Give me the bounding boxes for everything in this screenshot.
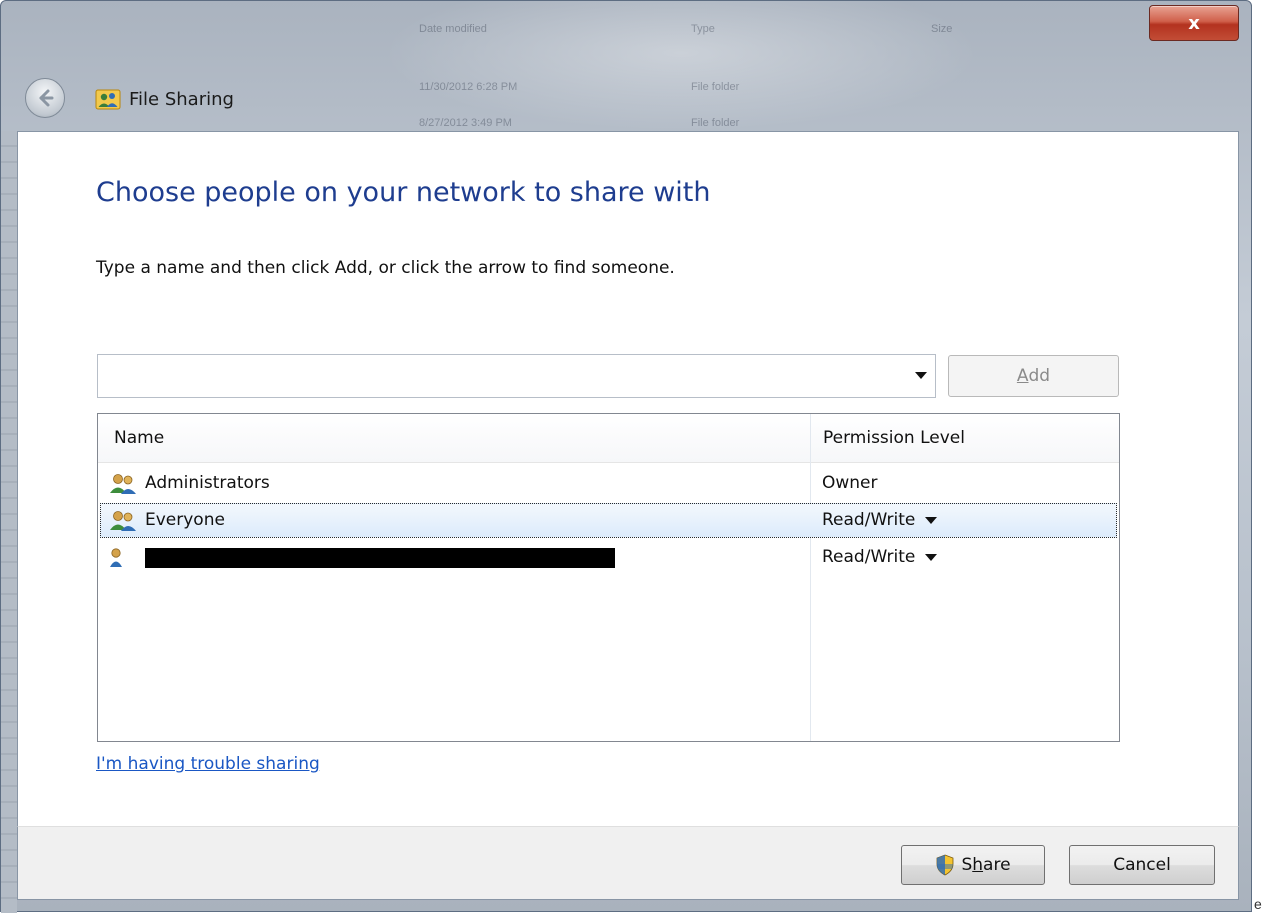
- row-name: Everyone: [145, 510, 225, 530]
- dropdown-arrow-icon[interactable]: [925, 516, 938, 524]
- ghost-row-type: File folder: [691, 117, 740, 129]
- dropdown-arrow-icon[interactable]: [925, 553, 938, 561]
- file-sharing-window: Date modified Type Size 11/30/2012 6:28 …: [0, 0, 1252, 913]
- permission-label: Owner: [822, 473, 878, 493]
- cancel-button[interactable]: Cancel: [1069, 845, 1215, 885]
- permission-label: Read/Write: [822, 547, 916, 567]
- instructions-text: Type a name and then click Add, or click…: [96, 258, 675, 278]
- back-button[interactable]: [25, 78, 65, 118]
- ghost-column-type: Type: [691, 23, 715, 35]
- close-icon: x: [1188, 12, 1200, 34]
- name-input[interactable]: [102, 361, 896, 393]
- redacted-name-block: [145, 548, 615, 568]
- close-button[interactable]: x: [1149, 5, 1239, 41]
- edge-text-fragment: e: [1254, 896, 1262, 912]
- ghost-row-date: 8/27/2012 3:49 PM: [419, 117, 512, 129]
- back-arrow-icon: [39, 89, 54, 107]
- file-sharing-icon: [95, 89, 121, 110]
- add-button-mnemonic: A: [1016, 366, 1029, 386]
- column-header-name[interactable]: Name: [114, 428, 164, 448]
- group-users-icon: [110, 511, 136, 531]
- dialog-footer: Share Cancel: [17, 826, 1239, 900]
- add-button-label: dd: [1028, 366, 1051, 386]
- ghost-column-size: Size: [931, 23, 953, 35]
- permission-label: Read/Write: [822, 510, 916, 530]
- table-row[interactable]: Read/Write: [100, 540, 1117, 575]
- name-combobox[interactable]: [97, 354, 936, 398]
- background-window-edge: [1, 131, 17, 913]
- permission-dropdown[interactable]: Read/Write: [822, 547, 938, 567]
- single-user-icon: [110, 548, 122, 567]
- share-button[interactable]: Share: [901, 845, 1045, 885]
- uac-shield-icon: [937, 854, 954, 876]
- share-label-pre: S: [961, 855, 973, 875]
- row-permission: Owner: [822, 473, 878, 493]
- ghost-row-date: 11/30/2012 6:28 PM: [419, 81, 518, 93]
- dialog-content: Choose people on your network to share w…: [17, 131, 1239, 826]
- column-divider: [810, 414, 811, 741]
- column-header-permission[interactable]: Permission Level: [823, 428, 965, 448]
- window-title: File Sharing: [95, 87, 234, 111]
- table-row-selected[interactable]: Everyone Read/Write: [100, 503, 1117, 538]
- ghost-column-date: Date modified: [419, 23, 487, 35]
- page-title: Choose people on your network to share w…: [96, 177, 711, 208]
- group-users-icon: [110, 474, 136, 494]
- trouble-sharing-link[interactable]: I'm having trouble sharing: [96, 754, 320, 774]
- sharing-list: Name Permission Level Administrators Own…: [97, 413, 1120, 742]
- permission-dropdown[interactable]: Read/Write: [822, 510, 938, 530]
- row-name: Administrators: [145, 473, 270, 493]
- table-row[interactable]: Administrators Owner: [100, 466, 1117, 501]
- add-button[interactable]: Add: [948, 355, 1119, 397]
- list-header: Name Permission Level: [98, 414, 1119, 463]
- dropdown-arrow-icon[interactable]: [915, 372, 927, 379]
- share-button-label: Share: [961, 855, 1010, 875]
- window-title-text: File Sharing: [129, 88, 234, 110]
- share-label-mnemonic: h: [972, 855, 984, 875]
- share-label-post: are: [983, 855, 1011, 875]
- ghost-row-type: File folder: [691, 81, 740, 93]
